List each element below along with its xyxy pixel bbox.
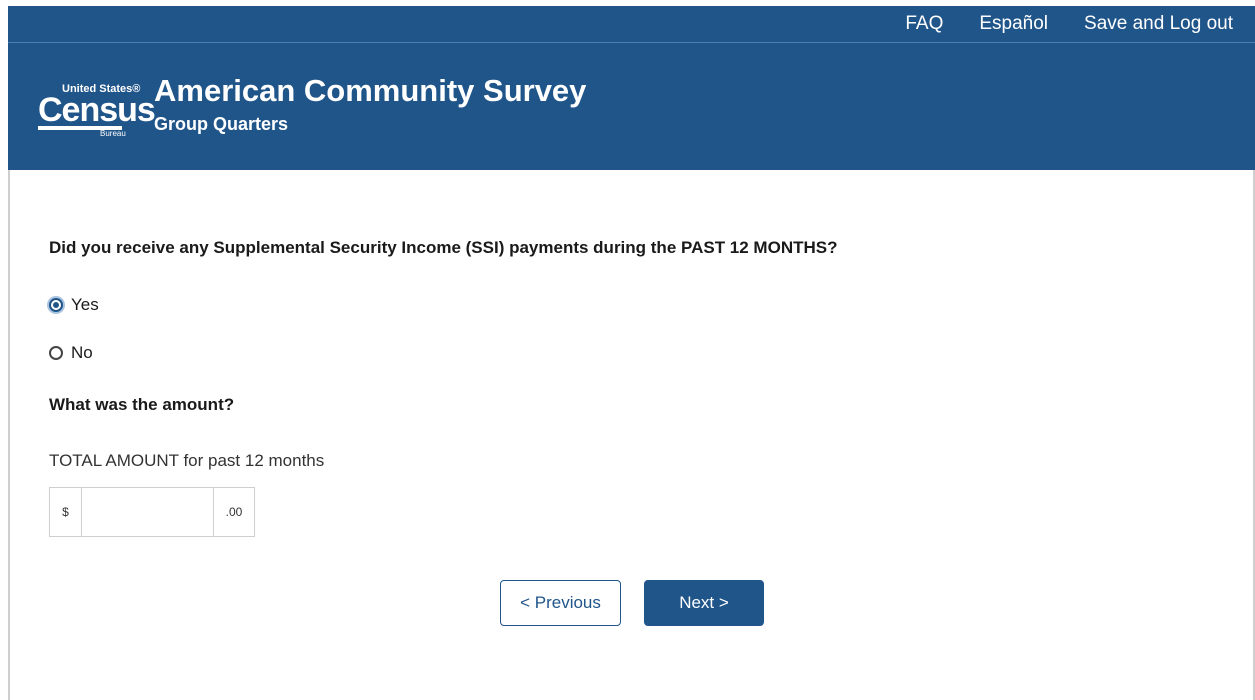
top-nav: FAQ Español Save and Log out — [905, 10, 1233, 38]
logo-census: Census — [38, 91, 156, 129]
faq-link[interactable]: FAQ — [905, 10, 943, 38]
radio-option-no[interactable]: No — [49, 343, 93, 363]
radio-button-yes[interactable] — [49, 298, 63, 312]
radio-option-yes[interactable]: Yes — [49, 295, 99, 315]
radio-button-no[interactable] — [49, 346, 63, 360]
logo-bureau: Bureau — [100, 129, 126, 138]
amount-field-label: TOTAL AMOUNT for past 12 months — [49, 451, 325, 470]
census-bureau-logo: United States® Census Bureau — [38, 83, 156, 138]
radio-label-no: No — [71, 343, 93, 362]
top-nav-bar: FAQ Español Save and Log out — [8, 6, 1255, 43]
previous-button[interactable]: < Previous — [500, 580, 621, 626]
site-header: United States® Census Bureau American Co… — [8, 43, 1255, 170]
espanol-link[interactable]: Español — [979, 10, 1048, 38]
next-button[interactable]: Next > — [644, 580, 764, 626]
amount-input[interactable] — [82, 488, 213, 536]
survey-subtitle: Group Quarters — [154, 114, 289, 134]
cents-suffix: .00 — [213, 488, 254, 536]
amount-input-group: $ .00 — [49, 487, 255, 537]
dollar-prefix: $ — [50, 488, 82, 536]
ssi-question: Did you receive any Supplemental Securit… — [49, 238, 838, 257]
header-titles: American Community Survey Group Quarters — [154, 73, 586, 137]
amount-question: What was the amount? — [49, 395, 235, 414]
survey-title: American Community Survey — [154, 73, 587, 108]
save-and-logout-link[interactable]: Save and Log out — [1084, 10, 1233, 38]
radio-label-yes: Yes — [71, 295, 99, 314]
